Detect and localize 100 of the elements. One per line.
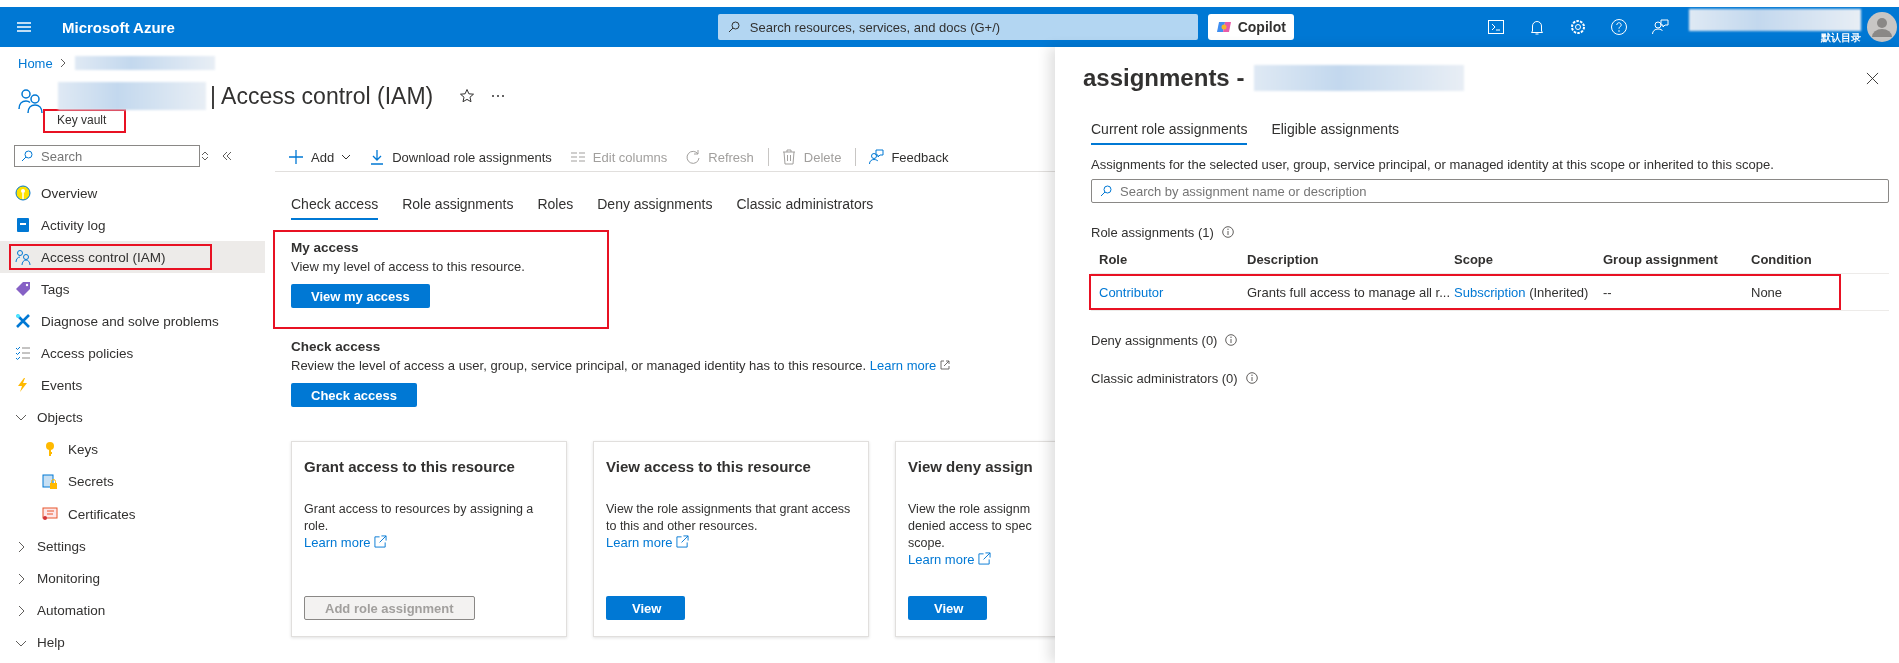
table-cell-text: Grants full access to manage all r... bbox=[1247, 284, 1452, 300]
plus-icon bbox=[288, 149, 304, 165]
search-input[interactable]: Search bbox=[39, 146, 193, 166]
column-header: Condition bbox=[1751, 251, 1813, 267]
card-title: View deny assign bbox=[908, 458, 1033, 475]
info-icon[interactable] bbox=[1225, 334, 1238, 346]
sidebar-item[interactable]: Access policies bbox=[41, 345, 134, 361]
certificate-icon bbox=[42, 506, 58, 523]
tools-icon bbox=[15, 313, 31, 329]
sidebar-item[interactable]: Monitoring bbox=[37, 571, 101, 586]
info-icon[interactable] bbox=[1245, 372, 1258, 384]
sidebar-item[interactable]: Activity log bbox=[41, 217, 106, 233]
external-link-icon bbox=[676, 535, 690, 548]
section-label: Deny assignments (0) bbox=[1091, 332, 1218, 348]
close-icon[interactable] bbox=[1866, 71, 1879, 85]
key-circle-icon bbox=[15, 185, 31, 201]
sidebar-item[interactable]: Overview bbox=[41, 185, 98, 201]
notebook-icon bbox=[15, 217, 31, 233]
sidebar-item[interactable]: Tags bbox=[41, 281, 70, 297]
sidebar-item[interactable]: Secrets bbox=[68, 474, 114, 490]
check-access-button[interactable]: Check access bbox=[291, 383, 417, 407]
tab[interactable]: Roles bbox=[537, 192, 574, 220]
card-button[interactable]: View bbox=[908, 596, 987, 620]
avatar-icon[interactable] bbox=[1866, 12, 1897, 42]
section-text: View my level of access to this resource. bbox=[291, 259, 526, 274]
scope-link[interactable]: Subscription bbox=[1454, 284, 1526, 300]
resource-type-label: Key vault bbox=[57, 113, 107, 127]
sidebar-item[interactable]: Objects bbox=[37, 409, 83, 425]
help-icon[interactable] bbox=[1609, 18, 1628, 36]
search-field[interactable]: Search bbox=[14, 145, 200, 167]
toolbar-button[interactable]: Add bbox=[280, 149, 362, 165]
terminal-icon[interactable] bbox=[1486, 18, 1505, 36]
refresh-icon bbox=[685, 149, 702, 165]
card-button[interactable]: View bbox=[606, 596, 685, 620]
learn-more-link[interactable]: Learn more bbox=[908, 552, 992, 567]
scope-note: (Inherited) bbox=[1529, 284, 1589, 300]
feedback-icon bbox=[868, 149, 885, 165]
tab[interactable]: Current role assignments bbox=[1091, 117, 1248, 145]
breadcrumb-link[interactable]: Home bbox=[18, 55, 53, 71]
section-label: Role assignments (1) bbox=[1091, 224, 1214, 240]
tab[interactable]: Eligible assignments bbox=[1271, 117, 1400, 145]
star-icon[interactable] bbox=[459, 88, 476, 104]
toolbar-button[interactable]: Download role assignments bbox=[361, 149, 562, 165]
table-cell-text: -- bbox=[1603, 284, 1613, 300]
panel-description: Assignments for the selected user, group, service principal, or managed identity at this scope or inherited to this scope. bbox=[1090, 157, 1775, 172]
sidebar-item[interactable]: Events bbox=[41, 377, 83, 393]
table-cell-text: None bbox=[1751, 284, 1784, 300]
checklist-icon bbox=[15, 345, 31, 361]
info-icon[interactable] bbox=[1221, 226, 1234, 238]
feedback-icon[interactable] bbox=[1650, 18, 1669, 36]
menu-icon[interactable] bbox=[16, 19, 32, 35]
people-icon bbox=[18, 87, 44, 113]
search-icon bbox=[21, 150, 33, 162]
sidebar-item[interactable]: Diagnose and solve problems bbox=[41, 313, 219, 329]
column-header: Role bbox=[1099, 251, 1129, 267]
external-link-icon bbox=[374, 535, 388, 548]
card-title: Grant access to this resource bbox=[304, 458, 515, 475]
copilot-button[interactable]: Copilot bbox=[1207, 14, 1294, 40]
sidebar-item[interactable]: Help bbox=[37, 635, 65, 650]
copilot-icon bbox=[1215, 19, 1232, 35]
section-heading: My access bbox=[291, 240, 360, 255]
brand-name[interactable]: Microsoft Azure bbox=[62, 18, 175, 36]
view-my-access-button[interactable]: View my access bbox=[291, 284, 430, 308]
role-link[interactable]: Contributor bbox=[1099, 284, 1247, 300]
people-icon bbox=[15, 249, 31, 265]
page-title: | Access control (IAM) bbox=[210, 82, 434, 110]
section-text: Review the level of access a user, group, service principal, or managed identity has to this resource. Learn more bbox=[291, 358, 1055, 373]
tab[interactable]: Deny assignments bbox=[597, 192, 713, 220]
card-description: Grant access to resources by assigning a role. bbox=[304, 501, 534, 535]
external-link-icon bbox=[978, 552, 992, 565]
search-icon bbox=[1100, 185, 1112, 197]
sidebar-item[interactable]: Certificates bbox=[68, 506, 136, 522]
sidebar-item[interactable]: Keys bbox=[68, 441, 98, 457]
search-icon bbox=[727, 21, 740, 33]
delete-icon bbox=[780, 149, 797, 165]
card-description: View the role assignm denied access to spec scope. bbox=[908, 501, 1032, 552]
tab[interactable]: Check access bbox=[291, 192, 379, 220]
directory-name[interactable]: 默认目录 bbox=[1820, 31, 1861, 45]
learn-more-link[interactable]: Learn more bbox=[606, 535, 690, 550]
tag-icon bbox=[15, 281, 31, 297]
column-header: Group assignment bbox=[1603, 251, 1719, 267]
tab[interactable]: Role assignments bbox=[402, 192, 514, 220]
section-label: Classic administrators (0) bbox=[1091, 370, 1238, 386]
sidebar-item[interactable]: Settings bbox=[37, 539, 86, 554]
sort-icon[interactable] bbox=[200, 151, 210, 161]
sidebar-item[interactable]: Automation bbox=[37, 603, 106, 618]
learn-more-link[interactable]: Learn more bbox=[869, 358, 950, 373]
tab[interactable]: Classic administrators bbox=[736, 192, 874, 220]
card-title: View access to this resource bbox=[606, 458, 811, 475]
column-header: Description bbox=[1247, 251, 1320, 267]
lock-document-icon bbox=[42, 473, 58, 490]
columns-icon bbox=[569, 149, 586, 165]
learn-more-link[interactable]: Learn more bbox=[304, 535, 388, 550]
collapse-icon[interactable] bbox=[222, 151, 232, 161]
more-icon[interactable] bbox=[491, 94, 506, 98]
external-link-icon bbox=[939, 360, 950, 370]
settings-icon[interactable] bbox=[1568, 18, 1587, 36]
chevron-right-icon bbox=[58, 58, 67, 68]
column-header: Scope bbox=[1454, 251, 1494, 267]
toolbar-button[interactable]: Feedback bbox=[860, 149, 959, 165]
